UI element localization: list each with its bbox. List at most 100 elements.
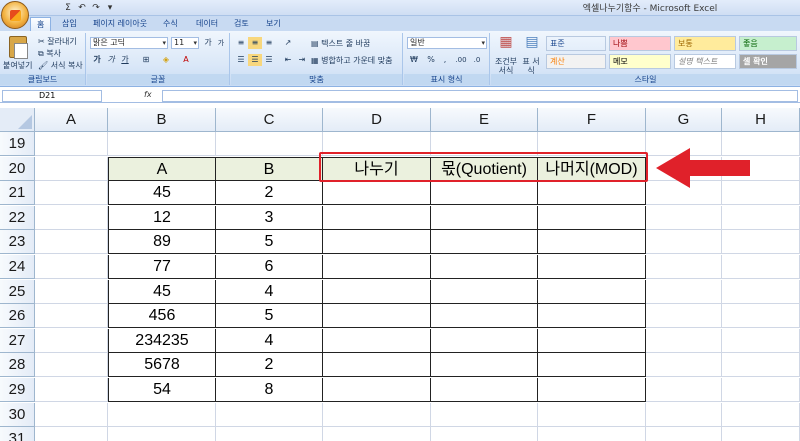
border-icon[interactable]: ⊞: [139, 54, 153, 66]
cell-c29[interactable]: 8: [216, 378, 323, 402]
cell-g29[interactable]: [646, 378, 722, 402]
column-header-g[interactable]: G: [646, 108, 722, 132]
cell-a26[interactable]: [35, 304, 108, 329]
shrink-font-button[interactable]: 가: [214, 37, 228, 49]
cell-h29[interactable]: [722, 378, 800, 402]
increase-decimal-icon[interactable]: .00: [454, 54, 468, 66]
cell-g23[interactable]: [646, 230, 722, 255]
name-box[interactable]: D21: [2, 90, 102, 102]
cell-d25[interactable]: [323, 279, 431, 304]
cell-a20[interactable]: [35, 156, 108, 181]
column-header-d[interactable]: D: [323, 108, 431, 132]
cell-f27[interactable]: [538, 328, 646, 353]
cell-c23[interactable]: 5: [216, 230, 323, 255]
decrease-decimal-icon[interactable]: .0: [470, 54, 484, 66]
row-header-25[interactable]: 25: [0, 279, 35, 304]
cell-e24[interactable]: [431, 255, 538, 279]
align-bottom-icon[interactable]: ≡: [262, 37, 276, 49]
column-header-h[interactable]: H: [722, 108, 800, 132]
cell-b21[interactable]: 45: [108, 181, 216, 206]
conditional-format-icon[interactable]: ▦: [497, 35, 515, 54]
cell-e31[interactable]: [431, 427, 538, 441]
cell-f31[interactable]: [538, 427, 646, 441]
cell-f24[interactable]: [538, 255, 646, 279]
cell-e25[interactable]: [431, 279, 538, 304]
cell-c24[interactable]: 6: [216, 255, 323, 279]
cell-b26[interactable]: 456: [108, 304, 216, 329]
tab-home[interactable]: 홈: [30, 17, 52, 31]
row-header-24[interactable]: 24: [0, 255, 35, 279]
bold-button[interactable]: 가: [90, 54, 104, 66]
row-header-28[interactable]: 28: [0, 353, 35, 378]
cell-c20[interactable]: B: [216, 156, 323, 181]
italic-button[interactable]: 가: [104, 54, 118, 66]
cell-d30[interactable]: [323, 402, 431, 427]
cell-e28[interactable]: [431, 353, 538, 378]
align-center-icon[interactable]: ☰: [248, 54, 262, 66]
cell-e29[interactable]: [431, 378, 538, 402]
cell-c27[interactable]: 4: [216, 328, 323, 353]
tab-data[interactable]: 데이터: [190, 17, 224, 31]
column-header-a[interactable]: A: [35, 108, 108, 132]
cell-d26[interactable]: [323, 304, 431, 329]
cell-e22[interactable]: [431, 205, 538, 230]
wrap-text-button[interactable]: ▤ 텍스트 줄 바꿈: [311, 38, 370, 49]
comma-button[interactable]: ,: [438, 54, 452, 66]
cell-c28[interactable]: 2: [216, 353, 323, 378]
cell-a29[interactable]: [35, 378, 108, 402]
number-format-select[interactable]: 일반: [407, 37, 487, 49]
cell-c26[interactable]: 5: [216, 304, 323, 329]
cell-e21[interactable]: [431, 181, 538, 206]
style-check-cell[interactable]: 셀 확인: [739, 54, 797, 69]
orientation-icon[interactable]: ↗: [281, 37, 295, 49]
format-as-table-button[interactable]: 표 서식: [520, 57, 542, 75]
paste-button[interactable]: 붙여넣기: [3, 60, 32, 71]
row-header-23[interactable]: 23: [0, 230, 35, 255]
copy-button[interactable]: ⧉ 복사: [38, 48, 61, 59]
cell-a25[interactable]: [35, 279, 108, 304]
cell-d21[interactable]: [323, 181, 431, 206]
style-normal[interactable]: 표준: [546, 36, 606, 51]
cell-a31[interactable]: [35, 427, 108, 441]
style-calculation[interactable]: 계산: [546, 54, 606, 69]
cell-a27[interactable]: [35, 328, 108, 353]
cell-a21[interactable]: [35, 181, 108, 206]
style-note[interactable]: 메모: [609, 54, 671, 69]
cell-a28[interactable]: [35, 353, 108, 378]
row-header-19[interactable]: 19: [0, 132, 35, 156]
row-header-30[interactable]: 30: [0, 402, 35, 427]
merge-center-button[interactable]: ▦ 병합하고 가운데 맞춤: [311, 55, 392, 66]
cell-c31[interactable]: [216, 427, 323, 441]
cell-e23[interactable]: [431, 230, 538, 255]
cell-f28[interactable]: [538, 353, 646, 378]
cell-h24[interactable]: [722, 255, 800, 279]
font-name-select[interactable]: 맑은 고딕: [90, 37, 168, 49]
cell-h23[interactable]: [722, 230, 800, 255]
cell-a23[interactable]: [35, 230, 108, 255]
cell-h30[interactable]: [722, 402, 800, 427]
row-header-20[interactable]: 20: [0, 156, 35, 181]
align-middle-icon[interactable]: ≡: [248, 37, 262, 49]
select-all-corner[interactable]: [0, 108, 35, 132]
office-button[interactable]: [1, 1, 29, 29]
tab-formulas[interactable]: 수식: [157, 17, 184, 31]
cell-c19[interactable]: [216, 132, 323, 156]
cell-b24[interactable]: 77: [108, 255, 216, 279]
format-as-table-icon[interactable]: ▤: [523, 35, 541, 54]
cell-b31[interactable]: [108, 427, 216, 441]
cell-f22[interactable]: [538, 205, 646, 230]
cell-g26[interactable]: [646, 304, 722, 329]
tab-view[interactable]: 보기: [260, 17, 287, 31]
cell-b30[interactable]: [108, 402, 216, 427]
underline-button[interactable]: 가: [118, 54, 132, 66]
decrease-indent-icon[interactable]: ⇤: [281, 54, 295, 66]
cell-d31[interactable]: [323, 427, 431, 441]
cell-a30[interactable]: [35, 402, 108, 427]
cell-e26[interactable]: [431, 304, 538, 329]
cell-b25[interactable]: 45: [108, 279, 216, 304]
cell-c22[interactable]: 3: [216, 205, 323, 230]
paste-icon[interactable]: [9, 36, 28, 59]
format-painter-button[interactable]: 🖌 서식 복사: [38, 60, 83, 71]
cell-g27[interactable]: [646, 328, 722, 353]
cell-h28[interactable]: [722, 353, 800, 378]
